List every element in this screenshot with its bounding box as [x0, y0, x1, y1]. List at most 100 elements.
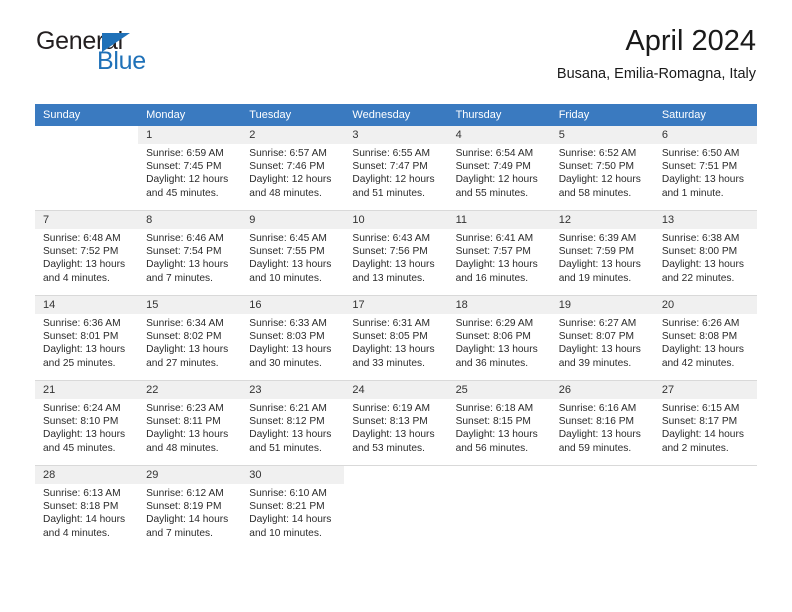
calendar-day-cell[interactable]: 2 Sunrise: 6:57 AM Sunset: 7:46 PM Daylight…	[241, 126, 345, 211]
day-detail-line: Daylight: 13 hours	[558, 259, 641, 271]
month-calendar-grid: Sunday Monday Tuesday Wednesday Thursday Frid…	[35, 104, 757, 550]
calendar-day-cell[interactable]: 1 Sunrise: 6:59 AM Sunset: 7:45 PM Daylight…	[138, 126, 242, 211]
day-details: Sunrise: 6:45 AM Sunset: 7:55 PM Daylight:…	[241, 229, 344, 285]
day-number: 28	[35, 466, 139, 484]
day-number: 20	[653, 296, 757, 314]
day-detail-line: and 55 minutes.	[455, 187, 529, 199]
calendar-day-cell-empty	[653, 465, 757, 550]
calendar-page: General Blue April 2024 Busana, Emilia-R…	[0, 0, 792, 612]
calendar-day-cell[interactable]: 23 Sunrise: 6:21 AM Sunset: 8:12 PM Dayligh…	[241, 380, 345, 466]
calendar-day-cell[interactable]: 10 Sunrise: 6:43 AM Sunset: 7:56 PM Dayligh…	[344, 210, 448, 296]
day-detail-line: Daylight: 12 hours	[558, 174, 641, 186]
calendar-day-cell[interactable]: 19 Sunrise: 6:27 AM Sunset: 8:07 PM Dayligh…	[550, 295, 654, 381]
day-number: 25	[447, 381, 551, 399]
calendar-day-cell[interactable]: 25 Sunrise: 6:18 AM Sunset: 8:15 PM Dayligh…	[447, 380, 551, 466]
day-detail-line: Sunrise: 6:26 AM	[661, 318, 740, 329]
day-details: Sunrise: 6:10 AM Sunset: 8:21 PM Daylight:…	[241, 484, 344, 540]
day-detail-line: Daylight: 13 hours	[43, 259, 126, 271]
day-detail-line: Daylight: 13 hours	[352, 429, 435, 441]
day-detail-line: Sunset: 8:07 PM	[558, 331, 635, 343]
day-detail-line: Sunrise: 6:57 AM	[249, 148, 327, 159]
day-details: Sunrise: 6:29 AM Sunset: 8:06 PM Daylight:…	[448, 314, 551, 370]
calendar-day-cell[interactable]: 18 Sunrise: 6:29 AM Sunset: 8:06 PM Dayligh…	[447, 295, 551, 381]
day-detail-line: Sunrise: 6:55 AM	[352, 148, 431, 159]
day-detail-line: Sunrise: 6:45 AM	[249, 233, 327, 244]
day-detail-line: Sunset: 7:55 PM	[249, 246, 325, 258]
day-detail-line: Daylight: 13 hours	[249, 344, 332, 356]
day-number	[550, 466, 654, 484]
calendar-day-cell[interactable]: 9 Sunrise: 6:45 AM Sunset: 7:55 PM Daylight…	[241, 210, 345, 296]
day-detail-line: Sunset: 8:12 PM	[249, 416, 325, 428]
day-details: Sunrise: 6:38 AM Sunset: 8:00 PM Daylight:…	[654, 229, 757, 285]
calendar-day-cell[interactable]: 27 Sunrise: 6:15 AM Sunset: 8:17 PM Dayligh…	[653, 380, 757, 466]
day-number: 12	[550, 211, 654, 229]
day-details: Sunrise: 6:41 AM Sunset: 7:57 PM Daylight:…	[448, 229, 551, 285]
weekday-header-sunday: Sunday	[35, 104, 139, 126]
day-detail-line: Sunset: 8:16 PM	[558, 416, 635, 428]
calendar-day-cell[interactable]: 11 Sunrise: 6:41 AM Sunset: 7:57 PM Dayligh…	[447, 210, 551, 296]
day-detail-line: Sunset: 7:45 PM	[146, 161, 222, 173]
weekday-header-wednesday: Wednesday	[344, 104, 448, 126]
day-detail-line: Sunset: 7:57 PM	[455, 246, 531, 258]
day-details: Sunrise: 6:21 AM Sunset: 8:12 PM Daylight:…	[241, 399, 344, 455]
day-details: Sunrise: 6:16 AM Sunset: 8:16 PM Daylight:…	[551, 399, 654, 455]
calendar-day-cell[interactable]: 16 Sunrise: 6:33 AM Sunset: 8:03 PM Dayligh…	[241, 295, 345, 381]
calendar-day-cell[interactable]: 3 Sunrise: 6:55 AM Sunset: 7:47 PM Daylight…	[344, 126, 448, 211]
day-detail-line: and 7 minutes.	[146, 527, 213, 539]
day-detail-line: Sunrise: 6:33 AM	[249, 318, 327, 329]
calendar-day-cell[interactable]: 13 Sunrise: 6:38 AM Sunset: 8:00 PM Dayligh…	[653, 210, 757, 296]
calendar-day-cell[interactable]: 21 Sunrise: 6:24 AM Sunset: 8:10 PM Dayligh…	[35, 380, 139, 466]
calendar-day-cell[interactable]: 4 Sunrise: 6:54 AM Sunset: 7:49 PM Daylight…	[447, 126, 551, 211]
day-details: Sunrise: 6:57 AM Sunset: 7:46 PM Daylight:…	[241, 144, 344, 200]
day-detail-line: and 45 minutes.	[146, 187, 219, 199]
calendar-day-cell[interactable]: 17 Sunrise: 6:31 AM Sunset: 8:05 PM Dayligh…	[344, 295, 448, 381]
day-details: Sunrise: 6:36 AM Sunset: 8:01 PM Daylight:…	[35, 314, 138, 370]
calendar-day-cell[interactable]: 24 Sunrise: 6:19 AM Sunset: 8:13 PM Dayligh…	[344, 380, 448, 466]
day-detail-line: Sunrise: 6:27 AM	[558, 318, 637, 329]
day-detail-line: Sunrise: 6:29 AM	[455, 318, 534, 329]
day-number: 29	[138, 466, 242, 484]
day-detail-line: Sunset: 8:17 PM	[661, 416, 738, 428]
calendar-week-row: 1 Sunrise: 6:59 AM Sunset: 7:45 PM Daylight…	[35, 126, 757, 211]
day-detail-line: Sunset: 8:00 PM	[661, 246, 738, 258]
page-title: April 2024	[625, 25, 756, 57]
day-detail-line: Daylight: 14 hours	[661, 429, 744, 441]
calendar-day-cell[interactable]: 12 Sunrise: 6:39 AM Sunset: 7:59 PM Dayligh…	[550, 210, 654, 296]
day-detail-line: Sunrise: 6:38 AM	[661, 233, 740, 244]
calendar-day-cell[interactable]: 28 Sunrise: 6:13 AM Sunset: 8:18 PM Dayligh…	[35, 465, 139, 550]
day-detail-line: Sunset: 7:49 PM	[455, 161, 531, 173]
day-detail-line: Daylight: 13 hours	[661, 259, 744, 271]
calendar-day-cell[interactable]: 22 Sunrise: 6:23 AM Sunset: 8:11 PM Dayligh…	[138, 380, 242, 466]
day-detail-line: Sunset: 8:21 PM	[249, 501, 325, 513]
calendar-day-cell[interactable]: 14 Sunrise: 6:36 AM Sunset: 8:01 PM Dayligh…	[35, 295, 139, 381]
calendar-day-cell-empty	[35, 126, 139, 211]
day-detail-line: and 45 minutes.	[43, 442, 116, 454]
day-detail-line: Daylight: 13 hours	[352, 344, 435, 356]
day-detail-line: Daylight: 12 hours	[146, 174, 229, 186]
day-detail-line: Sunset: 8:19 PM	[146, 501, 222, 513]
calendar-day-cell[interactable]: 30 Sunrise: 6:10 AM Sunset: 8:21 PM Dayligh…	[241, 465, 345, 550]
day-detail-line: Daylight: 13 hours	[352, 259, 435, 271]
calendar-day-cell[interactable]: 15 Sunrise: 6:34 AM Sunset: 8:02 PM Dayligh…	[138, 295, 242, 381]
day-detail-line: Daylight: 12 hours	[455, 174, 538, 186]
calendar-day-cell[interactable]: 20 Sunrise: 6:26 AM Sunset: 8:08 PM Dayligh…	[653, 295, 757, 381]
calendar-day-cell[interactable]: 29 Sunrise: 6:12 AM Sunset: 8:19 PM Dayligh…	[138, 465, 242, 550]
day-detail-line: Daylight: 13 hours	[661, 344, 744, 356]
day-details: Sunrise: 6:31 AM Sunset: 8:05 PM Daylight:…	[344, 314, 447, 370]
calendar-day-cell[interactable]: 6 Sunrise: 6:50 AM Sunset: 7:51 PM Daylight…	[653, 126, 757, 211]
page-header: General Blue April 2024 Busana, Emilia-R…	[0, 0, 792, 82]
day-detail-line: Sunset: 7:46 PM	[249, 161, 325, 173]
calendar-day-cell[interactable]: 8 Sunrise: 6:46 AM Sunset: 7:54 PM Daylight…	[138, 210, 242, 296]
day-detail-line: Sunset: 7:51 PM	[661, 161, 738, 173]
calendar-day-cell[interactable]: 26 Sunrise: 6:16 AM Sunset: 8:16 PM Dayligh…	[550, 380, 654, 466]
day-details: Sunrise: 6:52 AM Sunset: 7:50 PM Daylight:…	[551, 144, 654, 200]
calendar-day-cell[interactable]: 7 Sunrise: 6:48 AM Sunset: 7:52 PM Daylight…	[35, 210, 139, 296]
day-detail-line: Sunset: 7:54 PM	[146, 246, 222, 258]
weekday-header-friday: Friday	[550, 104, 654, 126]
day-detail-line: Sunrise: 6:31 AM	[352, 318, 431, 329]
day-detail-line: and 27 minutes.	[146, 357, 219, 369]
day-detail-line: and 7 minutes.	[146, 272, 213, 284]
day-details: Sunrise: 6:26 AM Sunset: 8:08 PM Daylight:…	[654, 314, 757, 370]
day-number	[344, 466, 448, 484]
calendar-day-cell[interactable]: 5 Sunrise: 6:52 AM Sunset: 7:50 PM Daylight…	[550, 126, 654, 211]
